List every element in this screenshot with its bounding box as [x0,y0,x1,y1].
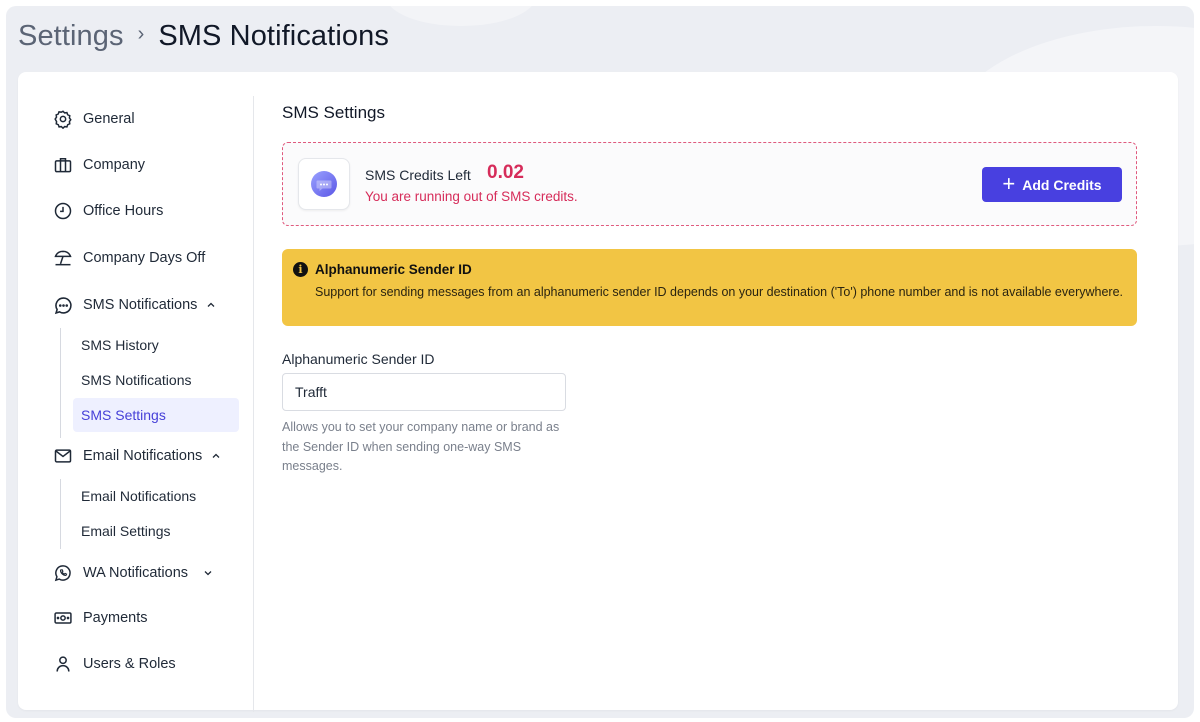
sender-id-alert: i Alphanumeric Sender ID Support for sen… [282,249,1137,326]
sidebar-subitem-sms-settings[interactable]: SMS Settings [73,398,239,432]
sidebar-item-label: Office Hours [83,203,164,219]
breadcrumb: Settings › SMS Notifications [18,16,389,56]
sidebar-item-label: SMS Notifications [83,297,198,313]
sidebar-subitem-email-notifications[interactable]: Email Notifications [73,479,239,513]
chevron-up-icon [210,450,222,462]
clock-icon [52,200,74,222]
sms-credits-icon [298,158,350,210]
chevron-down-icon [202,567,214,579]
sidebar-item-office-hours[interactable]: Office Hours [52,197,163,225]
sender-id-label: Alphanumeric Sender ID [282,351,435,367]
chat-bubble-icon [52,294,74,316]
chevron-up-icon [205,299,217,311]
sidebar-item-label: Company [83,157,146,173]
briefcase-icon [52,154,74,176]
envelope-icon [52,445,74,467]
user-icon [52,653,74,675]
sidebar-item-company-days-off[interactable]: Company Days Off [52,244,205,272]
sms-credits-panel: SMS Credits Left 0.02 You are running ou… [282,142,1137,226]
sidebar-item-company[interactable]: Company [52,151,145,179]
sidebar-subitem-email-settings[interactable]: Email Settings [73,514,239,548]
breadcrumb-settings-link[interactable]: Settings [18,20,124,53]
sms-credits-value: 0.02 [487,162,524,183]
settings-card: General Company Office Hours Company Day… [18,72,1178,712]
sidebar-item-label: Payments [83,610,148,626]
sidebar-item-email-notifications[interactable]: Email Notifications [52,442,222,470]
sms-credits-label: SMS Credits Left [365,167,471,183]
sidebar-item-label: Users & Roles [83,656,176,672]
sidebar-subitem-sms-history[interactable]: SMS History [73,328,239,362]
page-title: SMS Notifications [158,19,389,52]
sidebar-item-users-roles[interactable]: Users & Roles [52,650,176,678]
sidebar-subitem-sms-notifications[interactable]: SMS Notifications [73,363,239,397]
sidebar-item-label: WA Notifications [83,565,189,581]
main-content: SMS Settings SMS Credits Left 0.02 You a… [282,72,1138,710]
gear-icon [52,108,74,130]
add-credits-label: Add Credits [1022,176,1102,193]
sidebar-item-sms-notifications[interactable]: SMS Notifications [52,291,217,319]
cash-icon [52,607,74,629]
breadcrumb-separator-icon: › [137,22,145,45]
add-credits-button[interactable]: + Add Credits [982,167,1122,202]
background-decoration [386,6,536,26]
beach-umbrella-icon [52,247,74,269]
sms-subnav: SMS History SMS Notifications SMS Settin… [60,328,239,438]
sidebar-item-payments[interactable]: Payments [52,604,147,632]
section-title: SMS Settings [282,103,385,122]
alert-title: Alphanumeric Sender ID [315,262,472,277]
sidebar-item-wa-notifications[interactable]: WA Notifications [52,559,214,587]
whatsapp-icon [52,562,74,584]
info-icon: i [293,262,308,277]
sidebar-item-label: Company Days Off [83,250,206,266]
sidebar-item-label: Email Notifications [83,448,203,464]
email-subnav: Email Notifications Email Settings [60,479,196,549]
sidebar-item-general[interactable]: General [52,105,135,133]
sender-id-help: Allows you to set your company name or b… [282,420,560,473]
sender-id-input[interactable] [282,373,566,411]
sms-credits-warning: You are running out of SMS credits. [365,189,578,204]
alert-body: Support for sending messages from an alp… [315,285,1124,299]
sidebar-item-label: General [83,111,135,127]
plus-icon: + [1002,170,1016,196]
